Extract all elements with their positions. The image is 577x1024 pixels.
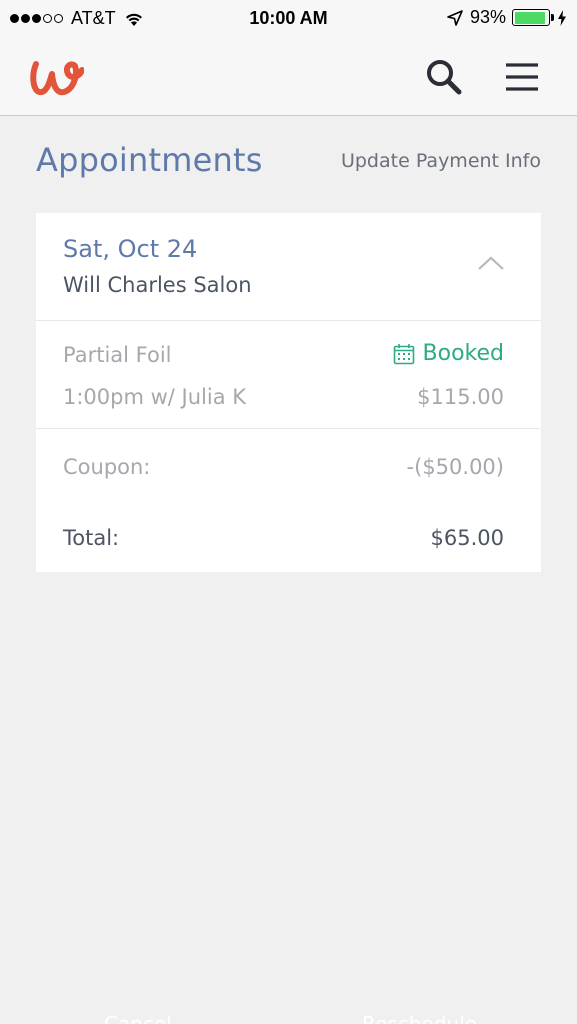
battery-percent: 93% [469,7,506,27]
app-header [0,38,577,116]
battery-icon [512,9,550,26]
coupon-label: Coupon: [63,455,151,479]
update-payment-info-link[interactable]: Update Payment Info [341,150,541,172]
total-label: Total: [63,526,120,550]
coupon-value: -($50.00) [406,455,504,479]
hamburger-menu-icon[interactable] [498,54,546,100]
appointment-card-header[interactable]: Sat, Oct 24 Will Charles Salon [36,213,541,321]
calendar-icon [393,343,414,364]
salon-name: Will Charles Salon [63,273,252,297]
service-row: Partial Foil Booked 1:00pm w/ Julia K $1… [36,321,541,429]
service-price: $115.00 [417,385,504,409]
chevron-up-icon[interactable] [476,253,506,273]
totals-section: Coupon: -($50.00) Total: $65.00 [36,429,541,572]
cancel-button[interactable]: Cancel [104,1012,172,1024]
search-icon[interactable] [420,54,468,100]
status-right: 93% [446,7,567,28]
charging-bolt-icon [558,9,566,26]
location-arrow-icon [447,9,463,26]
service-time-stylist: 1:00pm w/ Julia K [63,385,247,409]
appointment-date: Sat, Oct 24 [63,235,198,263]
page-title: Appointments [36,141,263,179]
appointment-card: Sat, Oct 24 Will Charles Salon Partial F… [36,213,541,572]
reschedule-button[interactable]: Reschedule [362,1012,477,1024]
w-logo-icon[interactable] [28,54,84,100]
status-badge: Booked [393,341,504,366]
battery-cap [551,14,554,21]
battery-level-fill [514,11,546,24]
status-text: Booked [422,341,504,366]
status-bar: AT&T 10:00 AM 93% [0,0,577,38]
total-value: $65.00 [430,526,504,550]
bottom-action-bar: Cancel Reschedule [0,1006,577,1024]
service-name: Partial Foil [63,343,172,367]
